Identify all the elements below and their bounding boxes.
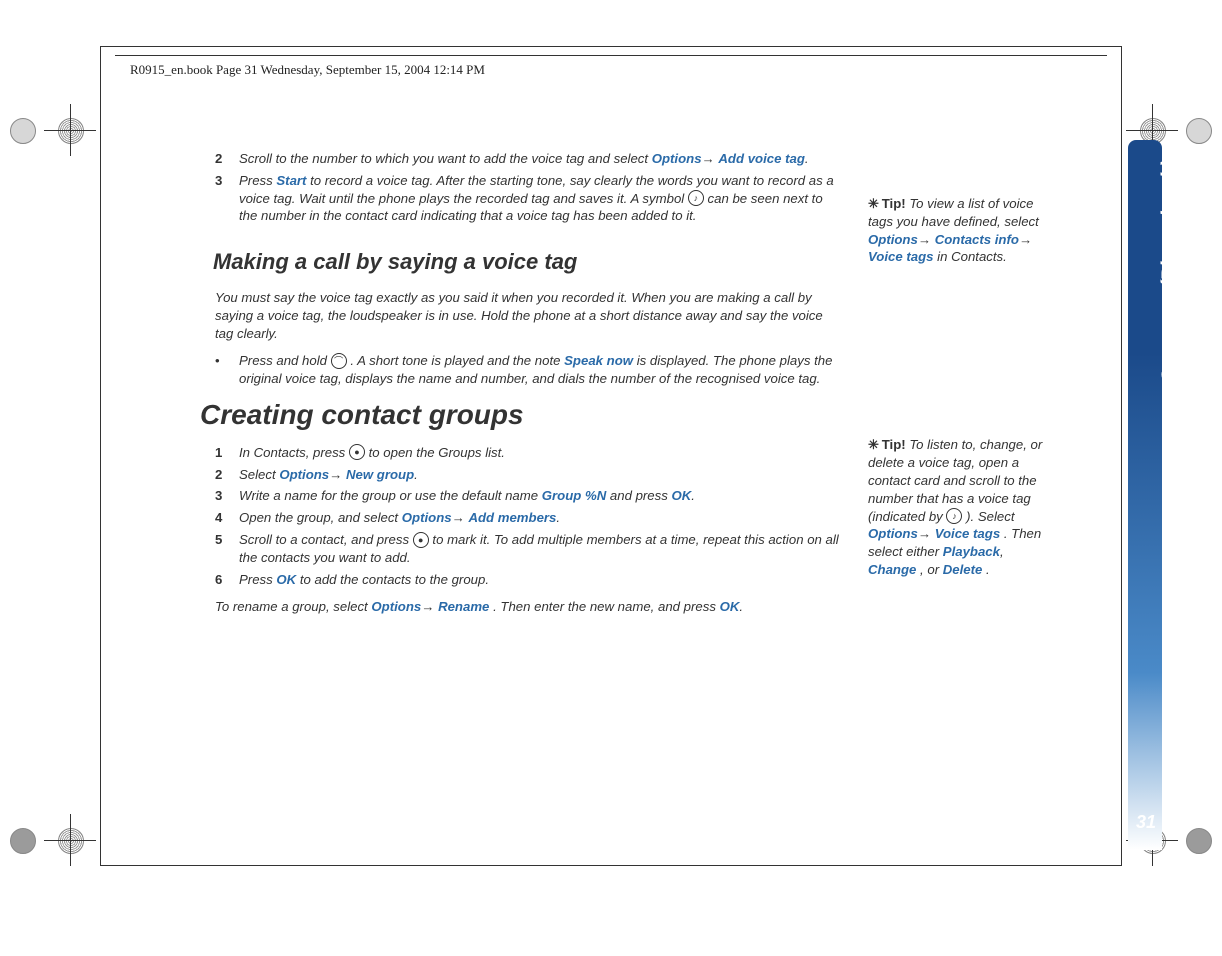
print-header: R0915_en.book Page 31 Wednesday, Septemb… <box>130 62 485 78</box>
tip-2: ✳ Tip! To listen to, change, or delete a… <box>868 436 1048 579</box>
tip-icon: ✳ <box>868 437 878 452</box>
text: Open the group, and select <box>239 510 402 525</box>
text: and press <box>610 488 672 503</box>
text: . Then enter the new name, and press <box>493 599 720 614</box>
change-link: Change <box>868 562 916 577</box>
text: In Contacts, press <box>239 445 349 460</box>
text: to open the Groups list. <box>369 445 505 460</box>
side-content: ✳ Tip! To view a list of voice tags you … <box>868 195 1048 589</box>
ok-link: OK <box>720 599 740 614</box>
group-step-5: 5 Scroll to a contact, and press ● to ma… <box>215 531 840 567</box>
contacts-info-link: Contacts info <box>935 232 1019 247</box>
tip-icon: ✳ <box>868 196 878 211</box>
header-rule <box>115 55 1107 56</box>
options-link: Options <box>652 151 702 166</box>
delete-link: Delete <box>943 562 983 577</box>
ok-link: OK <box>672 488 692 503</box>
crop-mark-bottom-left <box>50 820 90 860</box>
text: ). Select <box>966 509 1014 524</box>
start-link: Start <box>276 173 306 188</box>
text: Scroll to the number to which you want t… <box>239 151 652 166</box>
text: To rename a group, select <box>215 599 371 614</box>
options-link: Options <box>868 232 918 247</box>
section-tab <box>1128 140 1162 850</box>
bullet-item: • Press and hold ⌒ . A short tone is pla… <box>215 352 840 388</box>
text: . <box>986 562 990 577</box>
voice-tag-icon: ♪ <box>688 190 704 206</box>
tip-1: ✳ Tip! To view a list of voice tags you … <box>868 195 1048 266</box>
text: Press <box>239 572 276 587</box>
step-3: 3 Press Start to record a voice tag. Aft… <box>215 172 840 225</box>
options-link: Options <box>279 467 329 482</box>
call-key-icon: ⌒ <box>331 353 347 369</box>
page-number: 31 <box>1136 812 1156 833</box>
text: . A short tone is played and the note <box>350 353 564 368</box>
crop-mark-top-left <box>50 110 90 150</box>
rename-link: Rename <box>438 599 489 614</box>
group-step-1: 1 In Contacts, press ● to open the Group… <box>215 444 840 462</box>
group-step-3: 3 Write a name for the group or use the … <box>215 487 840 505</box>
playback-link: Playback <box>943 544 1000 559</box>
group-step-2: 2 Select Options→ New group. <box>215 466 840 484</box>
text: , or <box>920 562 943 577</box>
voice-tag-icon: ♪ <box>946 508 962 524</box>
tip-label: Tip! <box>882 437 906 452</box>
rename-paragraph: To rename a group, select Options→ Renam… <box>215 598 840 616</box>
text: Press <box>239 173 276 188</box>
options-link: Options <box>868 526 918 541</box>
group-step-4: 4 Open the group, and select Options→ Ad… <box>215 509 840 527</box>
options-link: Options <box>402 510 452 525</box>
heading-contact-groups: Creating contact groups <box>200 396 840 434</box>
text: Write a name for the group or use the de… <box>239 488 542 503</box>
paragraph: You must say the voice tag exactly as yo… <box>215 289 840 342</box>
text: Scroll to a contact, and press <box>239 532 413 547</box>
voice-tags-link: Voice tags <box>935 526 1000 541</box>
nav-center-icon: ● <box>413 532 429 548</box>
tip-label: Tip! <box>882 196 906 211</box>
voice-tags-link: Voice tags <box>868 249 933 264</box>
text: to add the contacts to the group. <box>300 572 489 587</box>
step-2: 2 Scroll to the number to which you want… <box>215 150 840 168</box>
add-voice-tag-link: Add voice tag <box>718 151 804 166</box>
ok-link: OK <box>276 572 296 587</box>
text: Press and hold <box>239 353 331 368</box>
group-name-text: Group %N <box>542 488 606 503</box>
text: Select <box>239 467 279 482</box>
nav-right-icon: ● <box>349 444 365 460</box>
options-link: Options <box>371 599 421 614</box>
add-members-link: Add members <box>468 510 556 525</box>
speak-now-text: Speak now <box>564 353 633 368</box>
main-content: 2 Scroll to the number to which you want… <box>215 150 840 626</box>
heading-making-call: Making a call by saying a voice tag <box>213 247 840 277</box>
group-step-6: 6 Press OK to add the contacts to the gr… <box>215 571 840 589</box>
text: in Contacts. <box>937 249 1007 264</box>
section-label: Contacts (Phonebook) <box>1158 160 1182 384</box>
new-group-link: New group <box>346 467 414 482</box>
